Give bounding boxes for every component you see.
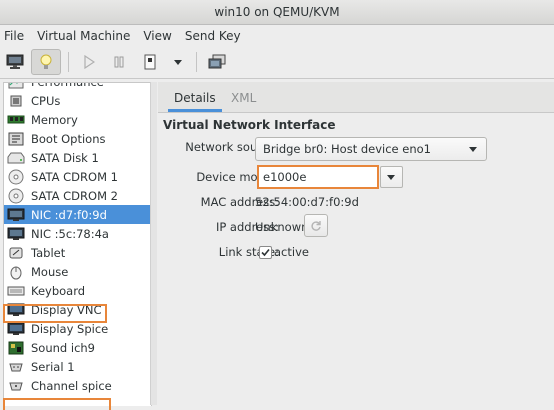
network-source-value: Bridge br0: Host device eno1 [263, 142, 432, 156]
mouse-icon [7, 264, 25, 279]
display-icon [7, 321, 25, 336]
chevron-down-icon [469, 147, 477, 152]
channel-icon [7, 378, 25, 393]
mac-address-value: 52:54:00:d7:f0:9d [255, 195, 359, 209]
hardware-item-label: Boot Options [31, 131, 106, 146]
hardware-item[interactable]: CPUs [4, 91, 151, 110]
device-model-dropdown-button[interactable] [380, 166, 403, 188]
hardware-item-label: Display Spice [31, 321, 109, 336]
hardware-item-label: Serial 1 [31, 359, 75, 374]
lightbulb-icon [40, 54, 52, 69]
display-icon [7, 302, 25, 317]
hardware-item-label: Mouse [31, 264, 69, 279]
hardware-item-label: Keyboard [31, 283, 86, 298]
tab-xml[interactable]: XML [231, 82, 256, 112]
keyboard-icon [7, 283, 25, 298]
hardware-item[interactable]: SATA Disk 1 [4, 148, 151, 167]
device-model-input[interactable]: e1000e [257, 165, 379, 189]
hardware-item-label: SATA CDROM 2 [31, 188, 118, 203]
hardware-item-label: Memory [31, 112, 78, 127]
link-state-checkbox[interactable] [259, 246, 272, 259]
checkmark-icon [261, 248, 270, 257]
play-icon [84, 55, 95, 69]
monitor-icon [6, 54, 24, 69]
hardware-list: Performance CPUs Memory Boot Options SATA Di… [3, 82, 152, 406]
hardware-item-label: Channel spice [31, 378, 112, 393]
hardware-item-label: Sound ich9 [31, 340, 95, 355]
run-button[interactable] [78, 49, 100, 75]
hardware-item[interactable]: Tablet [4, 243, 151, 262]
hardware-item[interactable]: Boot Options [4, 129, 151, 148]
window-title: win10 on QEMU/KVM [0, 0, 554, 25]
shutdown-menu-button[interactable] [168, 49, 188, 75]
menu-virtual-machine[interactable]: Virtual Machine [33, 29, 137, 43]
snapshots-button[interactable] [205, 49, 229, 75]
cdrom-icon [7, 169, 25, 184]
menu-view[interactable]: View [139, 29, 178, 43]
device-model-value: e1000e [263, 170, 307, 184]
serial-icon [7, 359, 25, 374]
hardware-item[interactable]: SATA CDROM 2 [4, 186, 151, 205]
hardware-item-label: NIC :d7:f0:9d [31, 207, 107, 222]
hardware-item[interactable]: Mouse [4, 262, 151, 281]
hardware-item[interactable]: SATA CDROM 1 [4, 167, 151, 186]
pause-button[interactable] [108, 49, 130, 75]
power-icon [144, 54, 156, 70]
refresh-icon [311, 220, 321, 231]
hardware-item[interactable]: Sound ich9 [4, 338, 151, 357]
hardware-item-label: NIC :5c:78:4a [31, 226, 109, 241]
tab-details[interactable]: Details [168, 82, 222, 112]
details-pane: Details XML Virtual Network Interface Ne… [158, 82, 554, 405]
hardware-item[interactable]: Performance [4, 83, 151, 91]
hardware-item[interactable]: NIC :5c:78:4a [4, 224, 151, 243]
boot-options-icon [7, 131, 25, 146]
pause-icon [114, 56, 124, 68]
hardware-item-label: SATA CDROM 1 [31, 169, 118, 184]
screenshot-icon [208, 54, 226, 69]
section-title: Virtual Network Interface [163, 118, 336, 132]
hardware-item[interactable]: NIC :d7:f0:9d [4, 205, 151, 224]
menu-file[interactable]: File [0, 29, 31, 43]
shutdown-button[interactable] [139, 49, 161, 75]
hardware-item[interactable]: Keyboard [4, 281, 151, 300]
tablet-icon [7, 245, 25, 260]
chevron-down-icon [387, 175, 395, 180]
tab-bar: Details XML [158, 82, 554, 113]
hardware-item[interactable]: Display Spice [4, 319, 151, 338]
disk-icon [7, 150, 25, 165]
hardware-item[interactable]: Channel spice [4, 376, 151, 395]
link-state-value[interactable]: active [274, 245, 309, 259]
ip-address-value: Unknown [255, 220, 309, 234]
network-source-combo[interactable]: Bridge br0: Host device eno1 [255, 137, 487, 161]
hardware-item-label: Performance [31, 83, 104, 89]
hardware-item[interactable]: Memory [4, 110, 151, 129]
hardware-item[interactable]: Display VNC [4, 300, 151, 319]
nic-icon [7, 226, 25, 241]
cdrom-icon [7, 188, 25, 203]
hardware-item-label: Tablet [31, 245, 66, 260]
refresh-ip-button[interactable] [304, 214, 328, 237]
sound-icon [7, 340, 25, 355]
hardware-item-label: SATA Disk 1 [31, 150, 99, 165]
menu-send-key[interactable]: Send Key [181, 29, 248, 43]
hardware-item-label: Display VNC [31, 302, 102, 317]
menu-bar: File Virtual Machine View Send Key [0, 25, 554, 46]
nic-icon [7, 207, 25, 222]
memory-icon [7, 112, 25, 127]
toolbar [0, 46, 554, 79]
hardware-item-label: CPUs [31, 93, 61, 108]
hardware-item[interactable]: Serial 1 [4, 357, 151, 376]
console-view-button[interactable] [3, 49, 27, 75]
cpu-icon [7, 93, 25, 108]
hardware-list-scrollbar[interactable] [150, 82, 157, 405]
details-view-button[interactable] [31, 49, 61, 75]
dropdown-arrow-icon [174, 60, 182, 65]
performance-icon [7, 83, 25, 89]
